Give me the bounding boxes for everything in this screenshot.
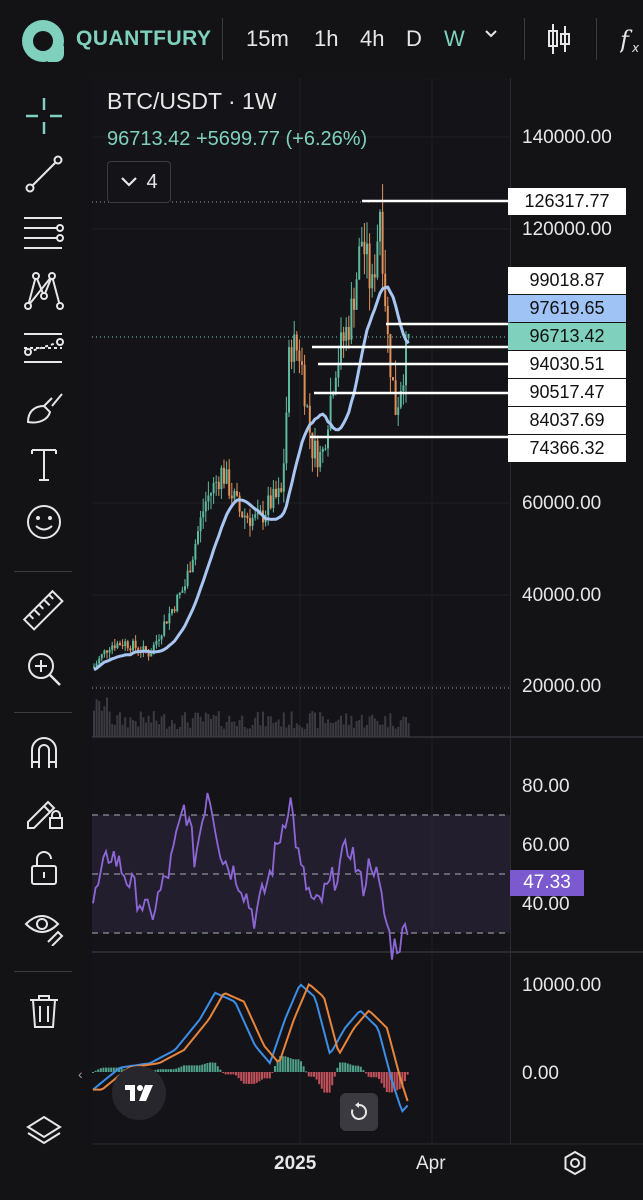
- projection-icon[interactable]: [18, 325, 70, 371]
- divider: [14, 712, 72, 713]
- chart-canvas[interactable]: [92, 78, 510, 1144]
- rsi-value-label: 47.33: [510, 870, 584, 896]
- pattern-icon[interactable]: [18, 267, 70, 313]
- timeframe-4h[interactable]: 4h: [360, 26, 384, 52]
- macd-axis-label: 10000.00: [522, 975, 602, 996]
- eye-icon[interactable]: [18, 903, 70, 949]
- last-price-label[interactable]: 96713.42: [508, 323, 626, 350]
- ruler-icon[interactable]: [18, 588, 70, 634]
- lock-pencil-icon[interactable]: [18, 787, 70, 833]
- symbol-title: BTC/USDT · 1W: [107, 88, 277, 114]
- indicators-toggle-button[interactable]: 4: [107, 161, 171, 203]
- price-level-label[interactable]: 99018.87: [508, 267, 626, 294]
- svg-text:x: x: [631, 41, 640, 55]
- trash-icon[interactable]: [18, 988, 70, 1034]
- indicator-count: 4: [146, 170, 158, 193]
- x-axis-label: 2025: [274, 1153, 317, 1174]
- rsi-axis-label: 60.00: [522, 835, 570, 856]
- rsi-axis-label: 40.00: [522, 894, 570, 915]
- price-level-label[interactable]: 94030.51: [508, 351, 626, 378]
- price-level-label[interactable]: 90517.47: [508, 379, 626, 406]
- divider: [524, 18, 525, 60]
- x-axis-label: Apr: [416, 1153, 446, 1174]
- brush-icon[interactable]: [18, 383, 70, 429]
- price-level-label[interactable]: 74366.32: [508, 435, 626, 462]
- chevron-down-icon[interactable]: [484, 26, 498, 44]
- zoom-in-icon[interactable]: [18, 646, 70, 692]
- fib-lines-icon[interactable]: [18, 209, 70, 255]
- unlock-icon[interactable]: [18, 845, 70, 891]
- divider: [222, 18, 223, 60]
- drawing-toolbar: [0, 78, 92, 1200]
- price-level-label[interactable]: 84037.69: [508, 407, 626, 434]
- brand-name: QUANTFURY: [76, 27, 212, 50]
- text-icon[interactable]: [18, 441, 70, 487]
- ma-value-label[interactable]: 97619.65: [508, 295, 626, 322]
- y-axis-label: 20000.00: [522, 676, 602, 697]
- y-axis-label: 40000.00: [522, 585, 602, 606]
- divider: [14, 971, 72, 972]
- y-axis-label: 140000.00: [522, 127, 612, 148]
- macd-axis-label: 0.00: [522, 1063, 559, 1084]
- timeframe-w[interactable]: W: [444, 26, 465, 52]
- timeframe-1h[interactable]: 1h: [314, 26, 338, 52]
- crosshair-icon[interactable]: [18, 93, 70, 139]
- top-bar: QUANTFURY 15m 1h 4h D W fx: [0, 0, 643, 79]
- fx-icon[interactable]: fx: [618, 24, 643, 62]
- price-quote: 96713.42 +5699.77 (+6.26%): [107, 128, 368, 150]
- divider: [596, 18, 597, 60]
- magnet-icon[interactable]: [18, 729, 70, 775]
- quantfury-logo-icon[interactable]: [22, 20, 64, 62]
- scroll-left-icon[interactable]: ‹: [78, 1066, 83, 1082]
- y-axis-label: 60000.00: [522, 493, 602, 514]
- reset-icon: [351, 1102, 368, 1120]
- settings-icon[interactable]: [562, 1150, 588, 1181]
- price-level-label[interactable]: 126317.77: [508, 188, 626, 215]
- y-axis-label: 120000.00: [522, 219, 612, 240]
- layers-icon[interactable]: [18, 1108, 70, 1154]
- tradingview-logo[interactable]: [112, 1066, 166, 1120]
- timeframe-15m[interactable]: 15m: [246, 26, 289, 52]
- rsi-axis-label: 80.00: [522, 776, 570, 797]
- chevron-down-icon: [121, 177, 138, 187]
- trend-line-icon[interactable]: [18, 151, 70, 197]
- timeframe-d[interactable]: D: [406, 26, 422, 52]
- candles-icon[interactable]: [546, 22, 572, 61]
- emoji-icon[interactable]: [18, 499, 70, 545]
- divider: [14, 571, 72, 572]
- reset-chart-button[interactable]: [340, 1093, 378, 1131]
